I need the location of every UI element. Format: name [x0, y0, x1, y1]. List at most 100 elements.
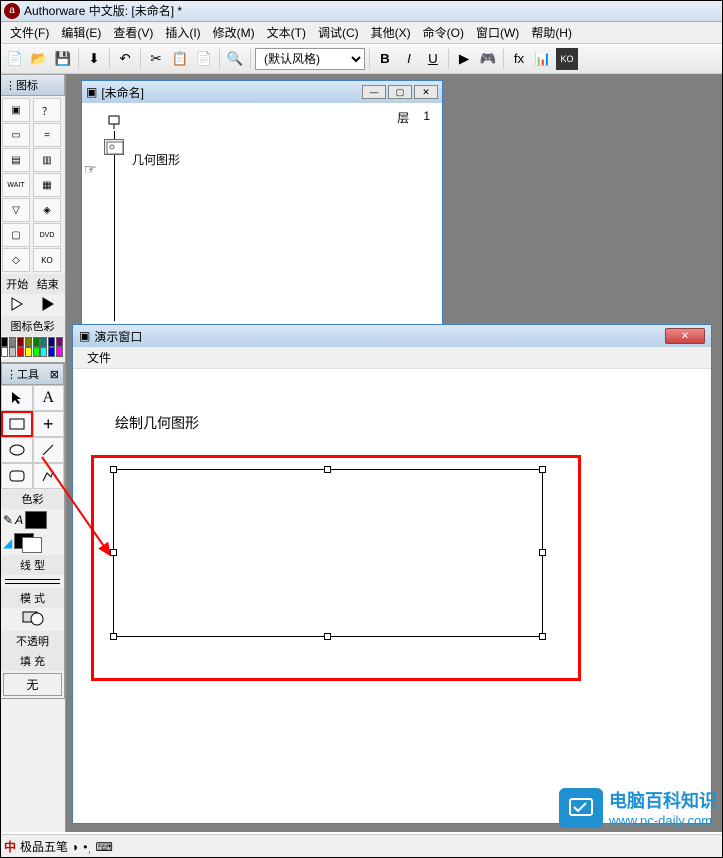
color-swatch[interactable] [1, 347, 8, 357]
nav-icon[interactable]: ▽ [2, 198, 30, 222]
mode-picker[interactable] [1, 608, 64, 631]
ellipse-tool[interactable] [1, 437, 33, 463]
pen-color-icon[interactable]: ✎ [3, 513, 13, 527]
calc-icon[interactable]: = [33, 123, 61, 147]
underline-button[interactable]: U [422, 48, 444, 70]
motion-icon[interactable]: ？ [33, 98, 61, 122]
menu-debug[interactable]: 调试(C) [312, 22, 365, 43]
dvd-icon[interactable]: DVD [33, 223, 61, 247]
display-flow-icon[interactable] [104, 139, 124, 155]
polygon-tool[interactable] [33, 463, 65, 489]
keyboard-icon[interactable]: ⌨ [95, 840, 112, 854]
color-swatch[interactable] [1, 337, 8, 347]
drawn-rectangle[interactable] [113, 469, 543, 637]
demo-menu-file[interactable]: 文件 [81, 349, 117, 367]
decision-icon[interactable]: ◇ [2, 248, 30, 272]
text-style-icon[interactable]: A [15, 513, 23, 527]
canvas[interactable]: 绘制几何图形 [73, 369, 711, 823]
text-tool[interactable]: A [33, 385, 65, 411]
handle-e[interactable] [539, 549, 546, 556]
color-swatch[interactable] [48, 347, 55, 357]
open-button[interactable]: 📂 [28, 48, 50, 70]
handle-n[interactable] [324, 466, 331, 473]
color-swatch[interactable] [25, 347, 32, 357]
rounded-rect-tool[interactable] [1, 463, 33, 489]
bg-color-front[interactable] [22, 537, 42, 553]
digital-icon[interactable]: ▥ [33, 148, 61, 172]
color-swatch[interactable] [56, 337, 63, 347]
ime-punct-icon[interactable]: •ˌ [83, 840, 91, 854]
italic-button[interactable]: I [398, 48, 420, 70]
var-button[interactable]: 📊 [532, 48, 554, 70]
flow-icon-label[interactable]: 几何图形 [132, 151, 180, 168]
menu-window[interactable]: 窗口(W) [470, 22, 525, 43]
ko-icon[interactable]: KO [33, 248, 61, 272]
framework-icon[interactable]: ▢ [2, 223, 30, 247]
interaction-icon[interactable]: ◈ [33, 198, 61, 222]
color-swatch[interactable] [40, 347, 47, 357]
menu-file[interactable]: 文件(F) [4, 22, 55, 43]
color-palette[interactable] [0, 336, 65, 358]
diagonal-tool[interactable] [33, 437, 65, 463]
handle-w[interactable] [110, 549, 117, 556]
line-tool[interactable]: + [33, 411, 65, 437]
pointer-tool[interactable] [1, 385, 33, 411]
line-style-picker[interactable] [1, 575, 64, 588]
style-dropdown[interactable]: (默认风格) [255, 48, 365, 70]
find-button[interactable]: 🔍 [224, 48, 246, 70]
color-swatch[interactable] [56, 347, 63, 357]
menu-insert[interactable]: 插入(I) [159, 22, 206, 43]
wait-icon[interactable]: WAIT [2, 173, 30, 197]
color-swatch[interactable] [33, 337, 40, 347]
bucket-icon[interactable]: ◢ [3, 536, 12, 550]
bold-button[interactable]: B [374, 48, 396, 70]
save-button[interactable]: 💾 [52, 48, 74, 70]
color-swatch[interactable] [17, 347, 24, 357]
movie-icon[interactable]: ▦ [33, 173, 61, 197]
color-swatch[interactable] [48, 337, 55, 347]
handle-sw[interactable] [110, 633, 117, 640]
ime-icon[interactable]: 中 [4, 838, 16, 855]
color-swatch[interactable] [17, 337, 24, 347]
menu-other[interactable]: 其他(X) [365, 22, 417, 43]
handle-se[interactable] [539, 633, 546, 640]
import-button[interactable]: ⬇ [83, 48, 105, 70]
handle-s[interactable] [324, 633, 331, 640]
menu-modify[interactable]: 修改(M) [207, 22, 261, 43]
menu-edit[interactable]: 编辑(E) [55, 22, 107, 43]
menu-text[interactable]: 文本(T) [261, 22, 312, 43]
demo-close-button[interactable]: ✕ [665, 328, 705, 344]
ime-mode-icon[interactable]: ◗ [72, 840, 79, 854]
menu-command[interactable]: 命令(O) [417, 22, 470, 43]
cut-button[interactable]: ✂ [145, 48, 167, 70]
copy-button[interactable]: 📋 [169, 48, 191, 70]
paste-button[interactable]: 📄 [193, 48, 215, 70]
run-button[interactable]: ▶ [453, 48, 475, 70]
color-swatch[interactable] [40, 337, 47, 347]
ko-button[interactable]: KO [556, 48, 578, 70]
menu-view[interactable]: 查看(V) [107, 22, 159, 43]
start-flag-icon[interactable] [10, 296, 24, 314]
color-swatch[interactable] [25, 337, 32, 347]
color-swatch[interactable] [33, 347, 40, 357]
maximize-button[interactable]: ▢ [388, 85, 412, 99]
sound-icon[interactable]: ▤ [2, 148, 30, 172]
fill-value[interactable]: 无 [3, 673, 62, 696]
undo-button[interactable]: ↶ [114, 48, 136, 70]
rectangle-tool[interactable] [1, 411, 33, 437]
new-button[interactable]: 📄 [4, 48, 26, 70]
menu-help[interactable]: 帮助(H) [525, 22, 578, 43]
end-flag-icon[interactable] [41, 296, 55, 314]
handle-nw[interactable] [110, 466, 117, 473]
func-button[interactable]: fx [508, 48, 530, 70]
close-button[interactable]: ✕ [414, 85, 438, 99]
display-icon[interactable]: ▣ [2, 98, 30, 122]
control-button[interactable]: 🎮 [477, 48, 499, 70]
ime-name[interactable]: 极品五笔 [20, 838, 68, 855]
fg-color[interactable] [25, 511, 47, 529]
color-swatch[interactable] [9, 337, 16, 347]
erase-icon[interactable]: ▭ [2, 123, 30, 147]
minimize-button[interactable]: — [362, 85, 386, 99]
color-swatch[interactable] [9, 347, 16, 357]
handle-ne[interactable] [539, 466, 546, 473]
